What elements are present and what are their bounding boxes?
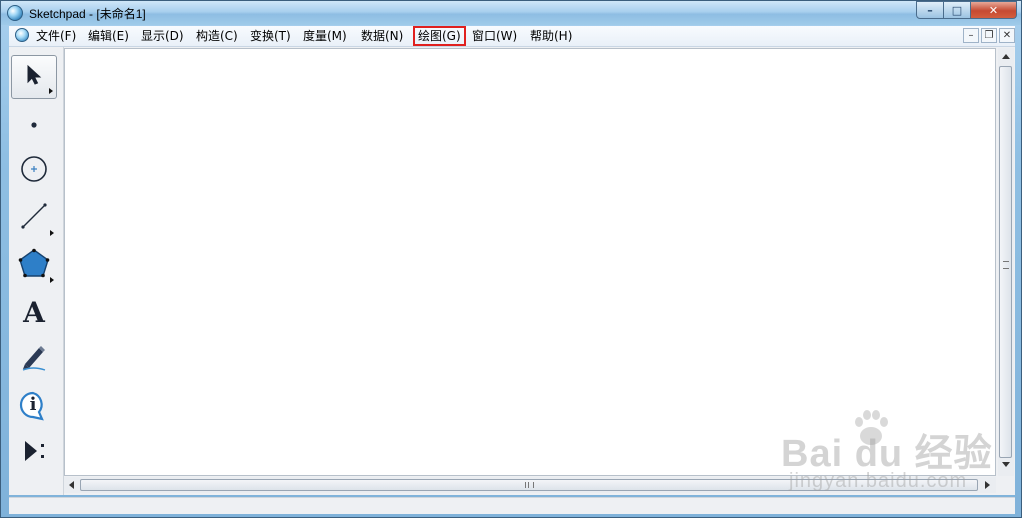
text-a-icon: A <box>23 295 45 329</box>
point-tool[interactable] <box>11 102 57 146</box>
doc-minimize-button[interactable]: – <box>963 28 979 43</box>
menu-file[interactable]: 文件(F) <box>33 28 79 44</box>
marker-pen-icon <box>19 342 49 376</box>
arrow-cursor-icon <box>24 64 44 90</box>
segment-icon <box>19 201 49 235</box>
menu-number[interactable]: 数据(N) <box>358 28 406 44</box>
compass-tool[interactable] <box>11 149 57 193</box>
play-custom-icon <box>19 436 49 470</box>
maximize-button[interactable]: □ <box>944 1 971 19</box>
minimize-button[interactable]: – <box>916 1 944 19</box>
window-title: Sketchpad - [未命名1] <box>29 7 146 21</box>
info-icon: i <box>18 391 50 421</box>
horizontal-scrollbar[interactable] <box>64 477 996 493</box>
menu-help[interactable]: 帮助(H) <box>527 28 575 44</box>
doc-restore-button[interactable]: ❐ <box>981 28 997 43</box>
information-tool[interactable]: i <box>11 384 57 428</box>
menu-display[interactable]: 显示(D) <box>138 28 187 44</box>
straightedge-tool[interactable] <box>11 196 57 240</box>
text-tool[interactable]: A <box>11 290 57 334</box>
marker-tool[interactable] <box>11 337 57 381</box>
submenu-arrow-icon <box>50 277 54 283</box>
title-bar[interactable]: Sketchpad - [未命名1] – □ ✕ <box>1 1 1021 25</box>
grip-icon <box>1003 261 1009 269</box>
toolbox: A i <box>9 47 64 495</box>
menu-measure[interactable]: 度量(M) <box>300 28 350 44</box>
app-window: Sketchpad - [未命名1] – □ ✕ 文件(F) 编辑(E) 显示(… <box>0 0 1022 518</box>
sketch-canvas[interactable] <box>64 48 996 476</box>
close-button[interactable]: ✕ <box>971 1 1017 19</box>
custom-tool[interactable] <box>11 431 57 475</box>
point-icon <box>29 115 39 134</box>
vertical-scroll-thumb[interactable] <box>999 66 1012 458</box>
menu-edit[interactable]: 编辑(E) <box>85 28 132 44</box>
vertical-scrollbar[interactable] <box>998 48 1014 476</box>
document-client-area: A i <box>9 47 1015 495</box>
circle-icon <box>19 154 49 188</box>
pentagon-icon <box>18 248 50 282</box>
submenu-arrow-icon <box>49 88 53 94</box>
info-glyph: i <box>29 394 37 415</box>
scroll-left-icon[interactable] <box>69 481 74 489</box>
doc-close-button[interactable]: ✕ <box>999 28 1015 43</box>
scroll-up-icon[interactable] <box>1002 54 1010 59</box>
grip-icon <box>525 482 534 488</box>
menu-graph[interactable]: 绘图(G) <box>413 26 466 46</box>
polygon-tool[interactable] <box>11 243 57 287</box>
sketchpad-app-icon[interactable] <box>7 5 23 21</box>
scroll-right-icon[interactable] <box>985 481 990 489</box>
arrow-select-tool[interactable] <box>11 55 57 99</box>
submenu-arrow-icon <box>50 230 54 236</box>
menu-construct[interactable]: 构造(C) <box>193 28 241 44</box>
horizontal-scroll-thumb[interactable] <box>80 479 978 491</box>
document-icon[interactable] <box>15 28 29 42</box>
menu-transform[interactable]: 变换(T) <box>247 28 294 44</box>
menu-bar: 文件(F) 编辑(E) 显示(D) 构造(C) 变换(T) 度量(M) 数据(N… <box>9 26 1015 47</box>
menu-window[interactable]: 窗口(W) <box>469 28 520 44</box>
status-bar <box>9 497 1015 514</box>
scroll-down-icon[interactable] <box>1002 462 1010 467</box>
